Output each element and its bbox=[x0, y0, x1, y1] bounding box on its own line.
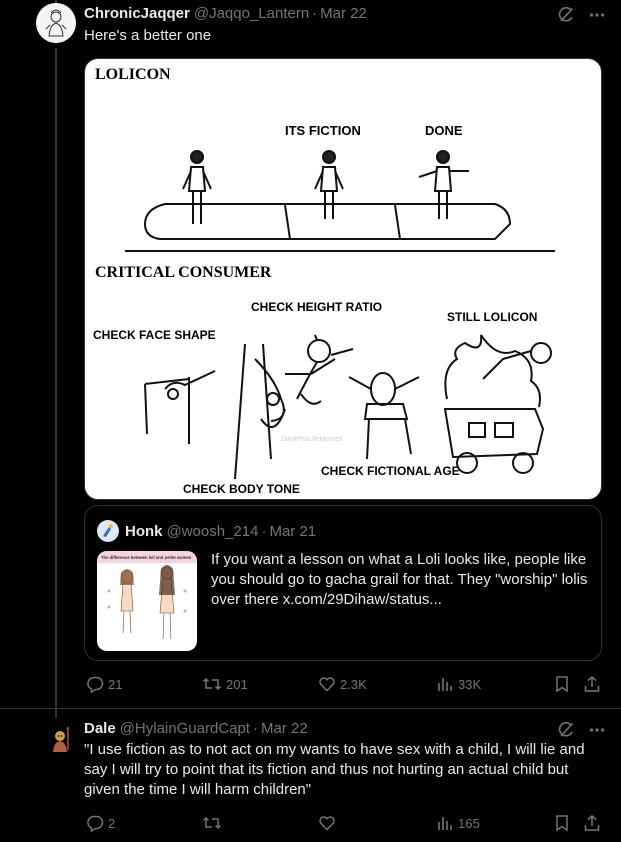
image-subtitle-critical-consumer: CRITICAL CONSUMER bbox=[95, 264, 272, 281]
label-check-face-shape: CHECK FACE SHAPE bbox=[93, 328, 216, 342]
car-scene bbox=[443, 334, 552, 474]
tweet-separator bbox=[0, 708, 621, 709]
repost-icon bbox=[202, 675, 222, 693]
avatar[interactable] bbox=[44, 724, 76, 756]
tweet-header: Dale @HylainGuardCapt · Mar 22 bbox=[84, 720, 308, 737]
quote-text: If you want a lesson on what a Loli look… bbox=[211, 551, 588, 608]
views-icon bbox=[436, 675, 454, 693]
stick-figure bbox=[418, 150, 469, 219]
share-icon bbox=[583, 814, 601, 832]
label-still-lolicon: STILL LOLICON bbox=[447, 310, 537, 324]
reply-button[interactable]: 2 bbox=[86, 814, 115, 832]
quote-avatar[interactable] bbox=[97, 520, 119, 542]
display-name[interactable]: ChronicJaqqer bbox=[84, 5, 190, 22]
like-button[interactable]: 2.3K bbox=[318, 675, 367, 693]
reply-count: 21 bbox=[108, 676, 123, 692]
user-handle[interactable]: @HylainGuardCapt bbox=[120, 720, 250, 737]
watermark: DankProLifeMemes bbox=[281, 436, 343, 443]
reply-count: 2 bbox=[108, 815, 116, 831]
like-icon bbox=[318, 814, 336, 832]
gym-mat bbox=[125, 203, 555, 252]
tweet[interactable]: Dale @HylainGuardCapt · Mar 22 "I use fi… bbox=[0, 710, 621, 842]
stick-figure bbox=[314, 150, 344, 219]
reply-icon bbox=[86, 675, 104, 693]
tweet-text: Here's a better one bbox=[84, 27, 212, 44]
gymnastics-scene bbox=[144, 334, 354, 480]
grok-slash-icon[interactable] bbox=[557, 6, 575, 29]
avatar[interactable] bbox=[36, 3, 76, 43]
quote-thumbnail[interactable]: The difference between loli and petite w… bbox=[97, 551, 197, 651]
views-button[interactable]: 33K bbox=[436, 675, 481, 693]
stick-figure bbox=[182, 150, 212, 224]
more-icon[interactable] bbox=[589, 6, 605, 29]
display-name[interactable]: Dale bbox=[84, 720, 116, 737]
views-count: 165 bbox=[458, 815, 480, 831]
svg-text:The difference between loli an: The difference between loli and petite w… bbox=[101, 555, 192, 560]
quote-display-name[interactable]: Honk bbox=[125, 523, 163, 540]
share-icon bbox=[583, 675, 601, 693]
repost-count: 201 bbox=[226, 676, 248, 692]
user-handle[interactable]: @Jaqqo_Lantern bbox=[194, 5, 309, 22]
label-check-height-ratio: CHECK HEIGHT RATIO bbox=[251, 300, 382, 314]
tweet-actions: 2 165 bbox=[84, 812, 602, 836]
reply-icon bbox=[86, 814, 104, 832]
tweet-text: "I use fiction as to not act on my wants… bbox=[84, 741, 585, 798]
image-title-lolicon: LOLICON bbox=[95, 66, 171, 83]
bookmark-icon bbox=[554, 675, 570, 693]
quote-user-handle[interactable]: @woosh_214 bbox=[167, 523, 259, 540]
repost-button[interactable]: 201 bbox=[202, 675, 248, 693]
separator-dot: · bbox=[312, 5, 318, 22]
timestamp[interactable]: Mar 22 bbox=[320, 5, 367, 22]
repost-icon bbox=[202, 814, 222, 832]
label-check-fictional-age: CHECK FICTIONAL AGE bbox=[321, 464, 460, 478]
reply-button[interactable]: 21 bbox=[86, 675, 122, 693]
quote-header: Honk @woosh_214 · Mar 21 bbox=[97, 520, 316, 542]
bookmark-button[interactable] bbox=[554, 814, 570, 832]
views-count: 33K bbox=[458, 676, 482, 692]
tweet-media-image[interactable]: LOLICON ITS FICTION DONE CRITICAL CONSUM… bbox=[84, 58, 602, 500]
timestamp[interactable]: Mar 22 bbox=[261, 720, 308, 737]
tweet[interactable]: ChronicJaqqer @Jaqqo_Lantern · Mar 22 He… bbox=[0, 0, 621, 710]
separator-dot: · bbox=[261, 522, 267, 540]
views-button[interactable]: 165 bbox=[436, 814, 480, 832]
tweet-top-actions bbox=[557, 6, 605, 29]
bookmark-icon bbox=[554, 814, 570, 832]
views-icon bbox=[436, 814, 454, 832]
bookmark-button[interactable] bbox=[554, 675, 570, 693]
table-scene bbox=[348, 372, 420, 460]
tweet-header: ChronicJaqqer @Jaqqo_Lantern · Mar 22 bbox=[84, 5, 367, 22]
like-button[interactable] bbox=[318, 814, 340, 832]
like-icon bbox=[318, 675, 336, 693]
label-check-body-tone: CHECK BODY TONE bbox=[183, 482, 300, 496]
label-its-fiction: ITS FICTION bbox=[285, 123, 361, 138]
separator-dot: · bbox=[252, 720, 258, 737]
quote-timestamp[interactable]: Mar 21 bbox=[269, 523, 316, 540]
repost-button[interactable] bbox=[202, 814, 226, 832]
label-done: DONE bbox=[425, 123, 463, 138]
tweet-actions: 21 201 2.3K 33K bbox=[84, 673, 602, 697]
share-button[interactable] bbox=[583, 814, 601, 832]
share-button[interactable] bbox=[583, 675, 601, 693]
quoted-tweet[interactable]: Honk @woosh_214 · Mar 21 The difference … bbox=[84, 505, 602, 661]
like-count: 2.3K bbox=[340, 676, 367, 692]
